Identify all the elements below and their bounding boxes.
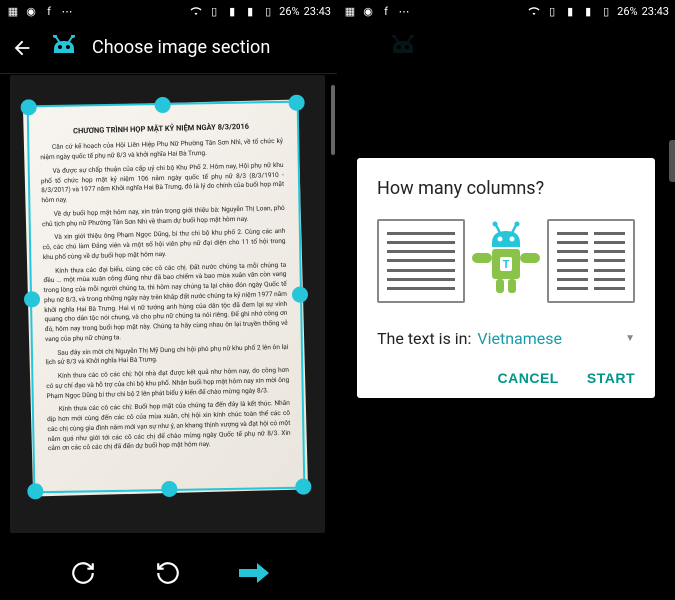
battery-percent: 26% xyxy=(617,5,637,18)
status-time: 23:43 xyxy=(304,5,331,18)
image-icon: ▦ xyxy=(343,4,357,18)
two-column-option[interactable] xyxy=(547,219,635,303)
language-dropdown[interactable]: Vietnamese ▼ xyxy=(477,329,635,348)
sim-icon: ▯ xyxy=(545,4,559,18)
more-icon: ⋯ xyxy=(397,4,411,18)
language-row: The text is in: Vietnamese ▼ xyxy=(377,329,635,348)
chevron-down-icon: ▼ xyxy=(625,333,635,344)
doc-paragraph: Sau đây xin mời chị Nguyễn Thị Mỹ Dung c… xyxy=(45,342,288,368)
doc-paragraph: Về dự buổi họp mặt hôm nay, xin trân trọ… xyxy=(42,204,285,230)
confirm-button[interactable] xyxy=(238,557,270,589)
column-options: T xyxy=(377,219,635,303)
language-prefix: The text is in: xyxy=(377,329,471,348)
document-preview: CHƯƠNG TRÌNH HỌP MẶT KỶ NIỆM NGÀY 8/3/20… xyxy=(23,99,308,496)
rotate-right-button[interactable] xyxy=(67,557,99,589)
rotate-left-button[interactable] xyxy=(152,557,184,589)
scrollbar[interactable] xyxy=(331,85,335,155)
signal-icon-2: ▮ xyxy=(243,4,257,18)
signal-icon: ▮ xyxy=(563,4,577,18)
dialog-title: How many columns? xyxy=(377,178,635,199)
doc-paragraph: Và xin giới thiệu ông Phạm Ngọc Dũng, bí… xyxy=(42,227,286,263)
facebook-icon: f xyxy=(379,4,393,18)
messenger-icon: ◉ xyxy=(361,4,375,18)
columns-dialog: How many columns? xyxy=(357,158,655,398)
language-value: Vietnamese xyxy=(477,329,562,348)
cancel-button[interactable]: CANCEL xyxy=(498,370,559,386)
image-icon: ▦ xyxy=(6,4,20,18)
page-title: Choose image section xyxy=(92,37,270,58)
doc-paragraph: Căn cứ kế hoạch của Hội Liên Hiệp Phụ Nữ… xyxy=(40,137,283,163)
facebook-icon: f xyxy=(42,4,56,18)
robot-mascot-icon: T xyxy=(472,219,540,303)
app-logo-icon xyxy=(48,35,80,61)
doc-paragraph: Kính thưa các cô các chị: Buổi họp mặt c… xyxy=(47,399,291,454)
svg-text:T: T xyxy=(503,258,510,271)
doc-paragraph: Kính thưa các đại biểu, cùng các cô các … xyxy=(43,260,288,344)
doc-title: CHƯƠNG TRÌNH HỌP MẶT KỶ NIỆM NGÀY 8/3/20… xyxy=(39,120,282,138)
messenger-icon: ◉ xyxy=(24,4,38,18)
signal-icon-2: ▮ xyxy=(581,4,595,18)
more-icon: ⋯ xyxy=(60,4,74,18)
status-bar: ▦ ◉ f ⋯ ▯ ▮ ▮ ▯ 26% 23:43 xyxy=(0,0,337,22)
signal-icon: ▮ xyxy=(225,4,239,18)
status-bar: ▦ ◉ f ⋯ ▯ ▮ ▮ ▯ 26% 23:43 xyxy=(337,0,675,22)
wifi-icon xyxy=(527,4,541,18)
sim-icon: ▯ xyxy=(207,4,221,18)
battery-icon: ▯ xyxy=(261,4,275,18)
edge-swipe-handle[interactable] xyxy=(669,140,675,182)
battery-icon: ▯ xyxy=(599,4,613,18)
dialog-actions: CANCEL START xyxy=(377,370,635,386)
bottom-toolbar xyxy=(0,545,337,600)
doc-paragraph: Và được sự chấp thuận của cấp uỷ chi bộ … xyxy=(41,161,285,206)
doc-paragraph: Kính thưa các cô các chị: hội nhà đạt đư… xyxy=(46,366,290,402)
back-button[interactable] xyxy=(8,34,36,62)
crop-canvas[interactable]: CHƯƠNG TRÌNH HỌP MẶT KỶ NIỆM NGÀY 8/3/20… xyxy=(10,75,325,533)
one-column-option[interactable] xyxy=(377,219,465,303)
app-header: Choose image section xyxy=(0,22,337,74)
status-time: 23:43 xyxy=(642,5,669,18)
wifi-icon xyxy=(189,4,203,18)
start-button[interactable]: START xyxy=(587,370,635,386)
battery-percent: 26% xyxy=(279,5,299,18)
